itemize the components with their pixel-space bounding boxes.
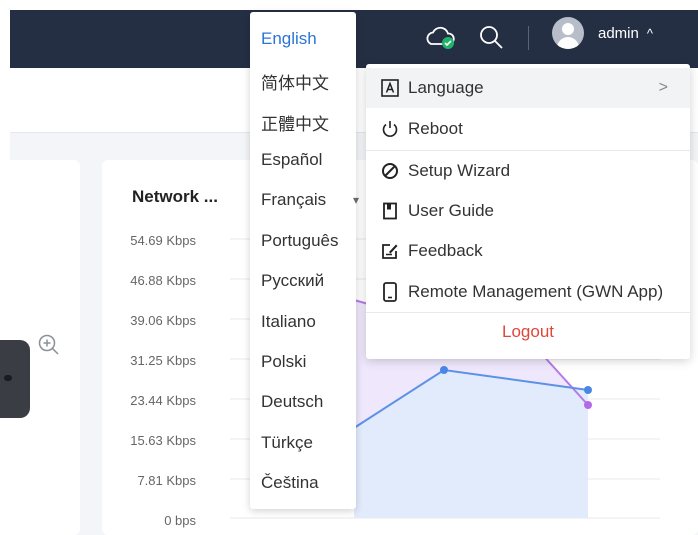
menu-item-setup-wizard[interactable]: Setup Wizard [366, 151, 690, 191]
menu-item-label: Setup Wizard [408, 161, 511, 180]
phone-icon [380, 282, 400, 302]
language-option-simplified-chinese[interactable]: 简体中文 [261, 69, 329, 94]
language-option-russian[interactable]: Русский [261, 271, 324, 291]
language-option-french[interactable]: Français [261, 190, 326, 210]
language-menu: English 简体中文 正體中文 Español Français Portu… [250, 12, 356, 509]
book-icon [380, 201, 400, 221]
user-dropdown-menu: Language > Reboot Setup Wizard User Guid… [366, 64, 690, 359]
language-option-spanish[interactable]: Español [261, 150, 322, 170]
language-option-traditional-chinese[interactable]: 正體中文 [261, 110, 329, 135]
language-option-german[interactable]: Deutsch [261, 392, 323, 412]
menu-item-label: Remote Management (GWN App) [408, 282, 664, 301]
logout-button[interactable]: Logout [366, 312, 690, 352]
language-option-turkish[interactable]: Türkçe [261, 433, 313, 453]
menu-item-feedback[interactable]: Feedback [366, 231, 690, 271]
menu-item-language[interactable]: Language > [366, 68, 690, 108]
language-option-portuguese[interactable]: Português [261, 231, 339, 251]
language-option-english[interactable]: English [261, 29, 317, 49]
menu-item-remote-management[interactable]: Remote Management (GWN App) [366, 272, 690, 312]
menu-item-label: Reboot [408, 119, 463, 138]
language-option-italian[interactable]: Italiano [261, 312, 316, 332]
chevron-down-icon[interactable]: ▾ [353, 193, 359, 207]
language-icon [380, 78, 400, 98]
menu-item-label: Feedback [408, 241, 483, 260]
language-option-polish[interactable]: Polski [261, 352, 306, 372]
language-option-czech[interactable]: Čeština [261, 473, 319, 493]
wizard-icon [380, 161, 400, 181]
menu-item-label: User Guide [408, 201, 494, 220]
series-blue-point [584, 386, 592, 394]
series-blue-point [440, 366, 448, 374]
menu-item-reboot[interactable]: Reboot [366, 109, 690, 149]
series-purple-point [584, 401, 592, 409]
chevron-right-icon: > [658, 79, 668, 96]
menu-item-label: Language [408, 78, 484, 97]
feedback-icon [380, 241, 400, 261]
power-icon [380, 119, 400, 139]
menu-item-user-guide[interactable]: User Guide [366, 191, 690, 231]
